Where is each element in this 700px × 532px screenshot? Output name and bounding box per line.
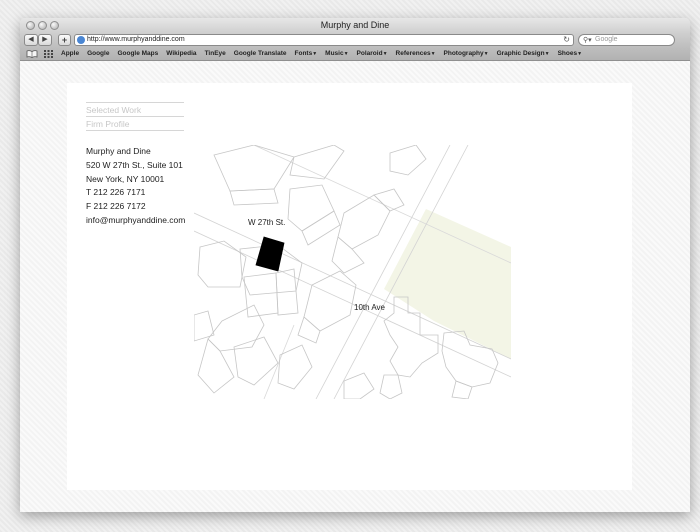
- grid-icon[interactable]: [44, 50, 53, 58]
- bookmark-label: Shoes: [557, 50, 578, 57]
- nav-selected-work[interactable]: Selected Work: [86, 102, 184, 115]
- bookmark-item[interactable]: Graphic Design▼: [497, 48, 550, 60]
- bookmark-item[interactable]: Polaroid▼: [357, 48, 388, 60]
- nav-firm-profile[interactable]: Firm Profile: [86, 116, 184, 129]
- email-link[interactable]: info@murphyanddine.com: [86, 215, 185, 225]
- chevron-down-icon: ▼: [544, 51, 550, 57]
- street-label: W 27th St.: [248, 218, 285, 227]
- bookmark-label: Wikipedia: [166, 50, 197, 57]
- city-address: New York, NY 10001: [86, 174, 165, 184]
- chevron-down-icon: ▼: [343, 51, 349, 57]
- office-building-marker: [255, 236, 285, 272]
- add-bookmark-button[interactable]: +: [58, 34, 71, 46]
- bookmark-label: Photography: [443, 50, 484, 57]
- bookmark-label: Apple: [61, 50, 80, 57]
- phone-number: T 212 226 7171: [86, 187, 146, 197]
- bookmark-item[interactable]: Photography▼: [444, 48, 489, 60]
- bookmark-list: Apple Google Google Maps Wikipedia TinEye Goo…: [61, 48, 590, 60]
- search-icon: ⚲▾: [583, 37, 592, 44]
- reload-icon[interactable]: ↻: [563, 35, 570, 45]
- fax-number: F 212 226 7172: [86, 201, 146, 211]
- bookmark-label: References: [395, 50, 431, 57]
- window-title: Murphy and Dine: [320, 20, 390, 30]
- address-bar[interactable]: http://www.murphyanddine.com ↻: [74, 34, 574, 46]
- forward-button[interactable]: ▶: [38, 34, 52, 46]
- bookmark-item[interactable]: Wikipedia: [166, 48, 196, 60]
- bookmark-item[interactable]: Music▼: [325, 48, 348, 60]
- bookmark-label: Fonts: [294, 50, 313, 57]
- chevron-down-icon: ▼: [312, 51, 318, 57]
- bookmark-label: Google Maps: [117, 50, 159, 57]
- chevron-down-icon: ▼: [382, 51, 388, 57]
- page-content: Selected Work Firm Profile Murphy and Di…: [20, 61, 690, 512]
- bookmark-label: Google: [87, 50, 110, 57]
- bookmark-item[interactable]: TinEye: [205, 48, 226, 60]
- bookmark-item[interactable]: Shoes▼: [558, 48, 582, 60]
- location-map: W 27th St. 10th Ave: [194, 145, 511, 399]
- park-area: [384, 209, 511, 359]
- search-placeholder: Google: [595, 36, 618, 43]
- bookmark-item[interactable]: References▼: [396, 48, 436, 60]
- bookmark-item[interactable]: Apple: [61, 48, 79, 60]
- bookmark-label: Graphic Design: [496, 50, 545, 57]
- toolbar: ◀ ▶ + http://www.murphyanddine.com ↻ ⚲▾ …: [20, 33, 690, 48]
- browser-window: Murphy and Dine ◀ ▶ + http://www.murphya…: [20, 18, 690, 512]
- nav-divider: [86, 130, 184, 132]
- bookmark-item[interactable]: Fonts▼: [295, 48, 318, 60]
- bookmark-item[interactable]: Google Translate: [234, 48, 287, 60]
- chevron-down-icon: ▼: [430, 51, 436, 57]
- search-field[interactable]: ⚲▾ Google: [578, 34, 675, 46]
- bookmark-label: Polaroid: [356, 50, 383, 57]
- site-page: Selected Work Firm Profile Murphy and Di…: [67, 83, 632, 490]
- avenue-label: 10th Ave: [354, 303, 386, 312]
- bookmarks-bar: Apple Google Google Maps Wikipedia TinEye Goo…: [20, 48, 690, 61]
- chevron-down-icon: ▼: [483, 51, 489, 57]
- chevron-down-icon: ▼: [577, 51, 583, 57]
- street-address: 520 W 27th St., Suite 101: [86, 160, 183, 170]
- back-button[interactable]: ◀: [24, 34, 38, 46]
- globe-icon: [77, 36, 85, 44]
- bookmark-item[interactable]: Google: [87, 48, 109, 60]
- bookmark-label: Google Translate: [233, 50, 287, 57]
- firm-name: Murphy and Dine: [86, 146, 151, 156]
- title-bar: Murphy and Dine: [20, 18, 690, 33]
- bookmark-label: TinEye: [204, 50, 226, 57]
- url-text: http://www.murphyanddine.com: [87, 36, 185, 43]
- bookmark-item[interactable]: Google Maps: [117, 48, 158, 60]
- book-icon[interactable]: [26, 50, 38, 58]
- bookmark-label: Music: [325, 50, 344, 57]
